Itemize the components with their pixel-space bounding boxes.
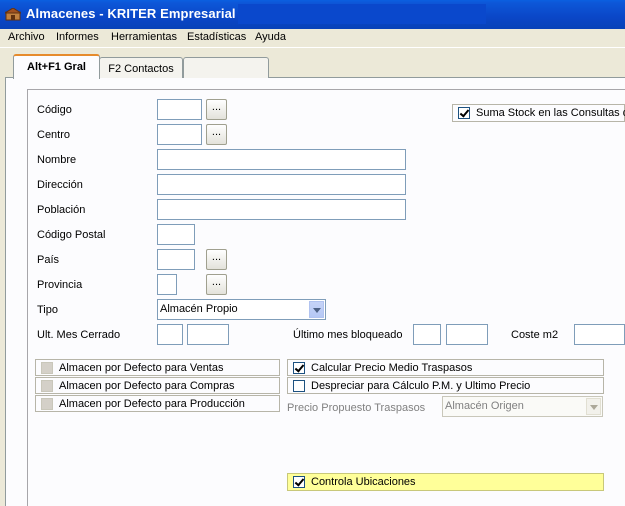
chevron-down-icon[interactable] [586,398,601,415]
checkbox[interactable] [41,380,53,392]
chevron-down-icon[interactable] [309,301,324,318]
tipo-select[interactable]: Almacén Propio [157,299,326,320]
window-title: Almacenes - KRITER Empresarial - [26,6,244,21]
codigo-input[interactable] [157,99,202,120]
despreciar-checkbox[interactable]: Despreciar para Cálculo P.M. y Ultimo Pr… [287,377,604,394]
label-codigo-postal: Código Postal [37,229,106,241]
checkbox[interactable] [41,398,53,410]
app-icon [5,8,21,21]
provincia-browse-button[interactable]: ... [206,274,227,295]
label-centro: Centro [37,129,71,141]
suma-stock-checkbox[interactable]: Suma Stock en las Consultas d [452,104,625,122]
tab-contactos[interactable]: F2 Contactos [99,57,183,78]
label-direccion: Dirección [37,179,83,191]
ultimo-mes-bloqueado-month-input[interactable] [413,324,441,345]
label-coste-m2: Coste m2 [511,329,559,341]
precio-propuesto-select[interactable]: Almacén Origen [442,396,603,417]
label-ultimo-mes-bloqueado: Último mes bloqueado [293,329,403,341]
defecto-ventas-checkbox[interactable]: Almacen por Defecto para Ventas [35,359,280,376]
calcular-precio-checkbox[interactable]: Calcular Precio Medio Traspasos [287,359,604,376]
label-ult-mes-cerrado: Ult. Mes Cerrado [37,329,121,341]
menu-ayuda[interactable]: Ayuda [255,31,286,43]
coste-m2-input[interactable] [574,324,625,345]
label-pais: País [37,254,60,266]
poblacion-input[interactable] [157,199,406,220]
ult-mes-cerrado-year-input[interactable] [187,324,229,345]
centro-input[interactable] [157,124,202,145]
nombre-input[interactable] [157,149,406,170]
checkbox[interactable] [293,380,305,392]
label-nombre: Nombre [37,154,77,166]
label-provincia: Provincia [37,279,83,291]
checkbox[interactable] [293,476,305,488]
ultimo-mes-bloqueado-year-input[interactable] [446,324,488,345]
defecto-compras-checkbox[interactable]: Almacen por Defecto para Compras [35,377,280,394]
checkbox[interactable] [41,362,53,374]
tab-empty[interactable] [183,57,269,78]
tipo-value: Almacén Propio [160,303,238,315]
pais-browse-button[interactable]: ... [206,249,227,270]
codigo-browse-button[interactable]: ... [206,99,227,120]
ult-mes-cerrado-month-input[interactable] [157,324,183,345]
label-codigo: Código [37,104,72,116]
direccion-input[interactable] [157,174,406,195]
title-bar[interactable]: Almacenes - KRITER Empresarial - [0,0,625,29]
codigo-postal-input[interactable] [157,224,195,245]
menu-informes[interactable]: Informes [56,31,99,43]
menu-archivo[interactable]: Archivo [8,31,45,43]
label-poblacion: Población [37,204,86,216]
pais-input[interactable] [157,249,195,270]
menu-bar: Archivo Informes Herramientas Estadístic… [0,29,625,47]
menu-separator [0,47,625,48]
menu-estadisticas[interactable]: Estadísticas [187,31,246,43]
provincia-input[interactable] [157,274,177,295]
menu-herramientas[interactable]: Herramientas [111,31,177,43]
centro-browse-button[interactable]: ... [206,124,227,145]
label-precio-propuesto: Precio Propuesto Traspasos [287,402,426,414]
controla-ubicaciones-checkbox[interactable]: Controla Ubicaciones [287,473,604,491]
precio-propuesto-value: Almacén Origen [445,400,524,412]
label-tipo: Tipo [37,304,58,316]
checkbox[interactable] [293,362,305,374]
tab-general[interactable]: Alt+F1 Gral [13,54,100,79]
checkbox[interactable] [458,107,470,119]
title-bar-blank [238,4,486,24]
defecto-produccion-checkbox[interactable]: Almacen por Defecto para Producción [35,395,280,412]
